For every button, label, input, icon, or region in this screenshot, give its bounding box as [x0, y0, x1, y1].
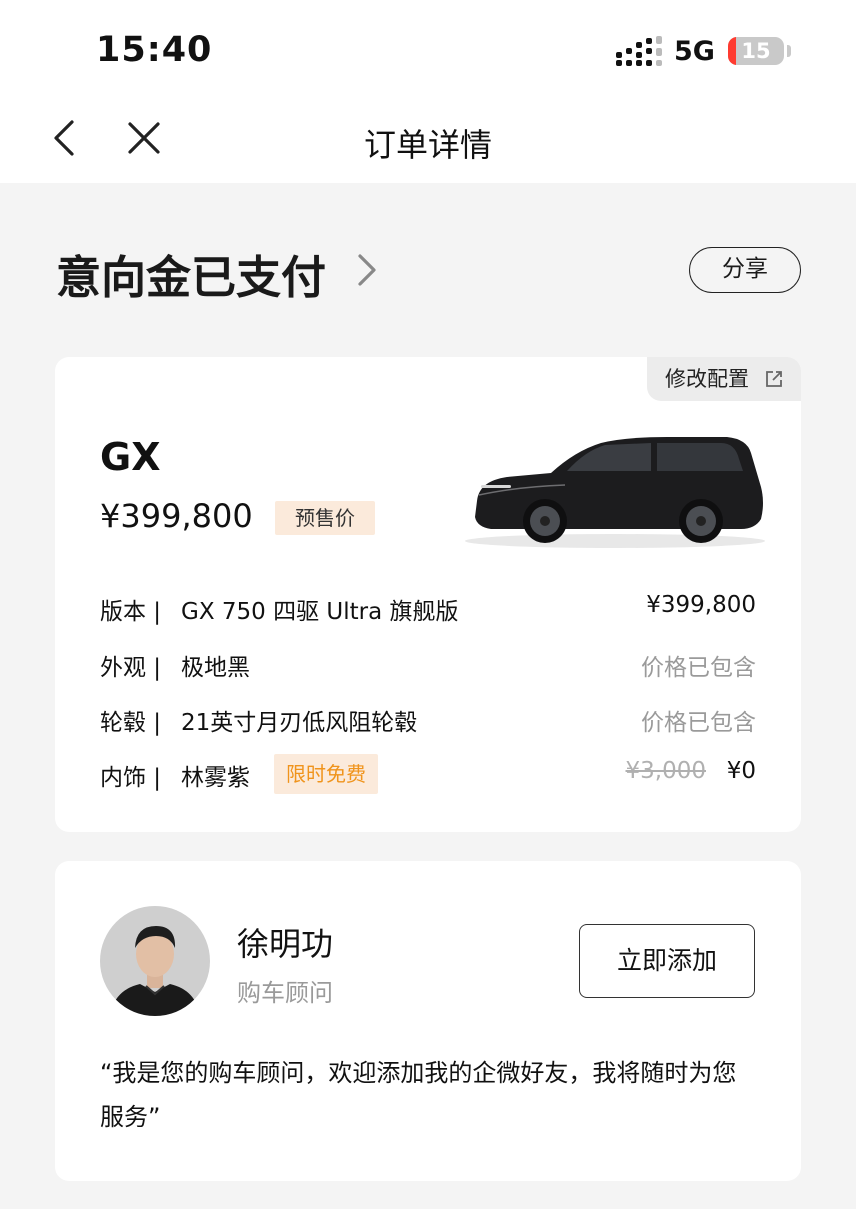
order-status-link[interactable]: 意向金已支付: [56, 241, 326, 306]
advisor-role: 购车顾问: [237, 979, 333, 1007]
car-config-card: 修改配置 GX ¥399,800 预售价 版本 | GX 750 四驱 Ultr…: [55, 357, 801, 832]
config-price: ¥399,800: [646, 592, 756, 618]
presale-tag: 预售价: [275, 501, 375, 535]
modify-config-button[interactable]: 修改配置: [647, 357, 801, 401]
battery-tip: [787, 45, 791, 57]
config-value: 极地黑: [181, 655, 250, 681]
avatar: [100, 906, 210, 1016]
config-label: 外观 |: [100, 655, 162, 681]
free-tag: 限时免费: [274, 754, 378, 794]
config-row-version: 版本 | GX 750 四驱 Ultra 旗舰版 ¥399,800: [100, 592, 756, 628]
car-model: GX: [100, 435, 161, 479]
chevron-right-icon[interactable]: [352, 252, 380, 288]
config-price: 价格已包含: [641, 710, 756, 736]
advisor-message: “我是您的购车顾问，欢迎添加我的企微好友，我将随时为您服务”: [100, 1059, 737, 1131]
config-row-exterior: 外观 | 极地黑 价格已包含: [100, 648, 756, 684]
advisor-name: 徐明功: [237, 925, 334, 963]
config-price: ¥0: [726, 758, 756, 784]
config-value: 林雾紫: [181, 765, 250, 791]
page-title: 订单详情: [363, 126, 492, 164]
config-value: GX 750 四驱 Ultra 旗舰版: [181, 599, 459, 625]
add-advisor-button[interactable]: 立即添加: [579, 924, 755, 998]
advisor-card: 徐明功 购车顾问 立即添加 “我是您的购车顾问，欢迎添加我的企微好友，我将随时为…: [55, 861, 801, 1181]
config-value: 21英寸月刃低风阻轮毂: [181, 710, 418, 736]
config-price: 价格已包含: [641, 655, 756, 681]
config-label: 版本 |: [100, 599, 162, 625]
config-row-wheels: 轮毂 | 21英寸月刃低风阻轮毂 价格已包含: [100, 703, 756, 739]
share-button[interactable]: 分享: [689, 247, 801, 293]
config-label: 轮毂 |: [100, 710, 162, 736]
car-image: [465, 437, 765, 548]
status-time: 15:40: [96, 30, 213, 70]
modify-config-label: 修改配置: [665, 367, 749, 391]
battery-percent: 15: [741, 39, 771, 63]
network-type: 5G: [674, 36, 715, 67]
config-label: 内饰 |: [100, 765, 162, 791]
original-price: ¥3,000: [625, 758, 706, 784]
signal-icon: [616, 36, 662, 66]
config-row-interior: 内饰 | 林雾紫 限时免费 ¥3,000 ¥0: [100, 754, 756, 794]
battery-icon: 15: [728, 37, 784, 65]
car-price: ¥399,800: [100, 497, 253, 535]
external-link-icon: [766, 371, 782, 387]
